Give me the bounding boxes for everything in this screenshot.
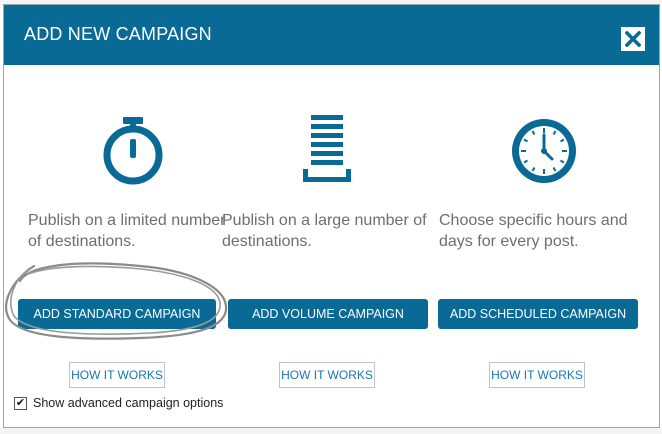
advanced-options-row: ✔ Show advanced campaign options [14, 396, 223, 410]
how-it-works-standard-link[interactable]: HOW IT WORKS [69, 362, 165, 388]
add-volume-campaign-button[interactable]: ADD VOLUME CAMPAIGN [228, 299, 428, 329]
dialog-header: ADD NEW CAMPAIGN [4, 5, 659, 65]
how-it-works-scheduled-link[interactable]: HOW IT WORKS [489, 362, 585, 388]
option-volume: Publish on a large number of destination… [222, 65, 432, 405]
how-it-works-volume-link[interactable]: HOW IT WORKS [279, 362, 375, 388]
list-stack-icon [303, 115, 351, 182]
option-description: Publish on a large number of destination… [222, 212, 427, 250]
advanced-options-checkbox[interactable]: ✔ [14, 396, 27, 410]
add-scheduled-campaign-button[interactable]: ADD SCHEDULED CAMPAIGN [438, 299, 638, 329]
close-icon [625, 31, 641, 47]
advanced-options-label: Show advanced campaign options [33, 396, 224, 410]
stopwatch-icon [103, 117, 163, 185]
dialog-title: ADD NEW CAMPAIGN [24, 24, 212, 44]
add-standard-campaign-button[interactable]: ADD STANDARD CAMPAIGN [18, 299, 216, 329]
close-button[interactable] [620, 26, 646, 52]
add-campaign-dialog: ADD NEW CAMPAIGN Publish on a limited nu… [3, 4, 660, 428]
option-description: Choose specific hours and days for every… [439, 212, 628, 250]
background-page-bottom [0, 428, 662, 434]
option-standard: Publish on a limited number of destinati… [28, 65, 238, 405]
clock-icon [512, 119, 576, 183]
option-scheduled: Choose specific hours and days for every… [439, 65, 649, 405]
option-description: Publish on a limited number of destinati… [28, 212, 226, 250]
